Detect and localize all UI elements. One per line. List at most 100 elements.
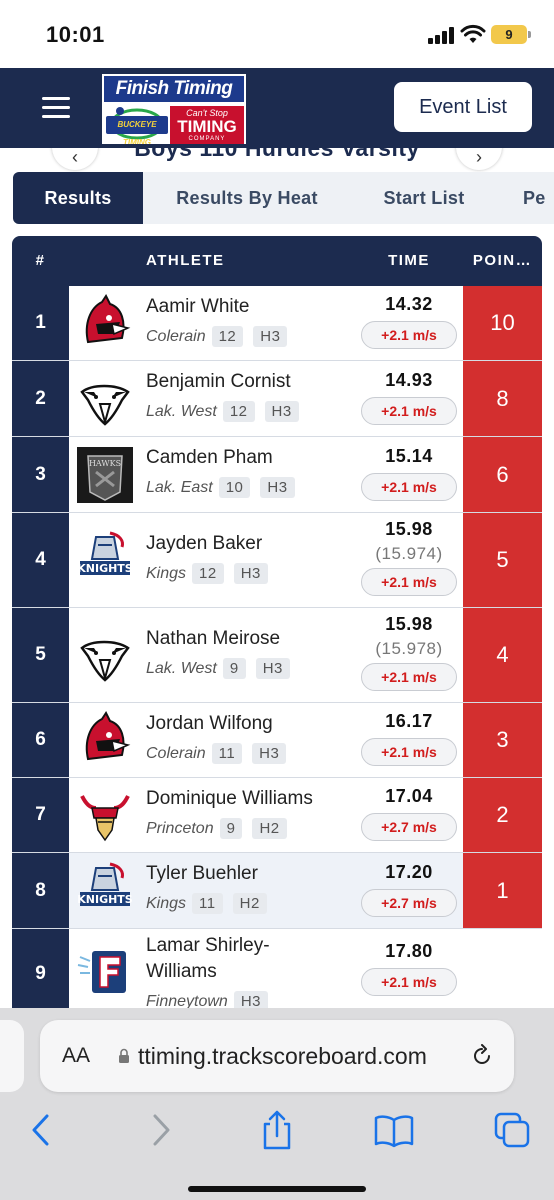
screen: 10:01 9 Finish Timing BUCKEYE TIMING Can…	[0, 0, 554, 1200]
grade-badge: 9	[222, 658, 246, 679]
team-name: Kings	[146, 894, 187, 912]
time-value: 17.04	[385, 786, 433, 806]
athlete-meta: Lak. East 10 H3	[146, 477, 305, 498]
points: 8	[463, 361, 542, 436]
athlete-name[interactable]: Camden Pham	[146, 447, 273, 469]
app-header: Finish Timing BUCKEYE TIMING Can't Stop …	[0, 68, 554, 148]
url-text[interactable]: ttiming.trackscoreboard.com	[138, 1020, 427, 1092]
team-name: Lak. West	[146, 659, 217, 677]
points: 10	[463, 286, 542, 360]
tabs-icon[interactable]	[492, 1110, 532, 1150]
buckeye-timing-text: BUCKEYE TIMING	[106, 116, 168, 144]
tab-points[interactable]: Pe	[511, 172, 554, 224]
tab-results-by-heat[interactable]: Results By Heat	[153, 172, 341, 224]
reload-icon[interactable]	[470, 1044, 494, 1068]
cellular-signal-icon	[428, 27, 456, 44]
table-row[interactable]: 2 Benjamin Cornist Lak. West 12 H3 14.93…	[12, 361, 542, 437]
athlete-name[interactable]: Jordan Wilfong	[146, 713, 273, 735]
svg-text:KNIGHTS: KNIGHTS	[77, 562, 133, 575]
athlete-name[interactable]: Jayden Baker	[146, 533, 262, 555]
grade-badge: 12	[211, 326, 244, 347]
athlete-name[interactable]: Lamar Shirley- Williams	[146, 933, 270, 985]
eagle-icon	[76, 626, 134, 684]
heat-badge: H3	[260, 477, 295, 498]
points: 2	[463, 778, 542, 852]
address-bar[interactable]: AA ttiming.trackscoreboard.com	[40, 1020, 514, 1092]
browser-bar: AA ttiming.trackscoreboard.com	[0, 1008, 554, 1200]
svg-text:HAWKS: HAWKS	[89, 459, 121, 468]
place: 8	[12, 853, 69, 928]
team-name: Kings	[146, 564, 187, 582]
forward-icon[interactable]	[140, 1110, 180, 1150]
event-list-button[interactable]: Event List	[394, 82, 532, 132]
heat-badge: H3	[255, 658, 290, 679]
time-value: 15.98	[385, 614, 433, 634]
place: 6	[12, 703, 69, 777]
knights-icon: KNIGHTS	[76, 531, 134, 589]
table-row[interactable]: 1 Aamir White Colerain 12 H3 14.32 +2.1 …	[12, 286, 542, 361]
table-row[interactable]: 7 Dominique Williams Princeton 9 H2 17.0…	[12, 778, 542, 853]
previous-event-button[interactable]: ‹	[52, 148, 98, 170]
time-cell: 15.98 (15.978) +2.1 m/s	[360, 614, 458, 691]
time-value: 16.17	[385, 711, 433, 731]
status-time: 10:01	[46, 22, 105, 47]
table-row[interactable]: 4 KNIGHTS Jayden Baker Kings 12 H3 15.98…	[12, 513, 542, 608]
menu-icon[interactable]	[42, 97, 70, 119]
next-event-button[interactable]: ›	[456, 148, 502, 170]
results-table: # ATHLETE TIME POIN… 1 Aamir White Coler…	[12, 236, 542, 1016]
table-row[interactable]: 8 KNIGHTS Tyler Buehler Kings 11 H2 17.2…	[12, 853, 542, 929]
finish-timing-logo[interactable]: Finish Timing BUCKEYE TIMING Can't Stop …	[100, 72, 248, 146]
heat-badge: H2	[232, 893, 267, 914]
place: 2	[12, 361, 69, 436]
time-precise: (15.978)	[375, 639, 443, 658]
place: 4	[12, 513, 69, 607]
header-place: #	[35, 252, 46, 269]
table-row[interactable]: 9 Lamar Shirley- Williams Finneytown H3 …	[12, 929, 542, 1016]
athlete-meta: Kings 12 H3	[146, 563, 278, 584]
athlete-meta: Colerain 11 H3	[146, 743, 296, 764]
logo-wordmark: Finish Timing	[104, 76, 244, 102]
time-cell: 15.14 +2.1 m/s	[360, 446, 458, 501]
team-name: Princeton	[146, 819, 214, 837]
athlete-name[interactable]: Benjamin Cornist	[146, 371, 291, 393]
share-icon[interactable]	[257, 1110, 297, 1150]
svg-text:KNIGHTS: KNIGHTS	[77, 893, 133, 906]
back-icon[interactable]	[22, 1110, 62, 1150]
battery-icon: 9	[491, 25, 531, 44]
wind-badge: +2.1 m/s	[361, 321, 457, 349]
athlete-name[interactable]: Tyler Buehler	[146, 863, 258, 885]
bookmarks-icon[interactable]	[374, 1110, 414, 1150]
wind-badge: +2.1 m/s	[361, 473, 457, 501]
athlete-name[interactable]: Nathan Meirose	[146, 628, 280, 650]
place: 5	[12, 608, 69, 702]
browser-toolbar	[0, 1096, 554, 1166]
reader-options-button[interactable]: AA	[62, 1020, 90, 1092]
table-row[interactable]: 3 HAWKS Camden Pham Lak. East 10 H3 15.1…	[12, 437, 542, 513]
tab-start-list[interactable]: Start List	[363, 172, 485, 224]
grade-badge: 9	[219, 818, 243, 839]
eagle-icon	[76, 370, 134, 428]
athlete-meta: Lak. West 12 H3	[146, 401, 309, 422]
buckeye-timing-logo: BUCKEYE TIMING	[106, 106, 168, 144]
tab-results[interactable]: Results	[13, 172, 143, 224]
wind-badge: +2.1 m/s	[361, 568, 457, 596]
battery-level: 9	[505, 27, 513, 42]
place: 7	[12, 778, 69, 852]
table-row[interactable]: 5 Nathan Meirose Lak. West 9 H3 15.98 (1…	[12, 608, 542, 703]
grade-badge: 12	[222, 401, 255, 422]
chevron-left-icon: ‹	[72, 148, 78, 167]
place: 3	[12, 437, 69, 512]
team-name: Colerain	[146, 327, 206, 345]
time-value: 14.93	[385, 370, 433, 390]
wind-badge: +2.1 m/s	[361, 968, 457, 996]
team-name: Colerain	[146, 744, 206, 762]
table-row[interactable]: 6 Jordan Wilfong Colerain 11 H3 16.17 +2…	[12, 703, 542, 778]
athlete-meta: Princeton 9 H2	[146, 818, 297, 839]
athlete-name[interactable]: Dominique Williams	[146, 788, 313, 810]
previous-tab-peek[interactable]	[0, 1020, 24, 1092]
athlete-name[interactable]: Aamir White	[146, 296, 249, 318]
time-precise: (15.974)	[375, 544, 443, 563]
time-cell: 14.93 +2.1 m/s	[360, 370, 458, 425]
cant-stop-timing-logo: Can't Stop TIMING COMPANY	[170, 106, 244, 144]
team-name: Lak. West	[146, 402, 217, 420]
